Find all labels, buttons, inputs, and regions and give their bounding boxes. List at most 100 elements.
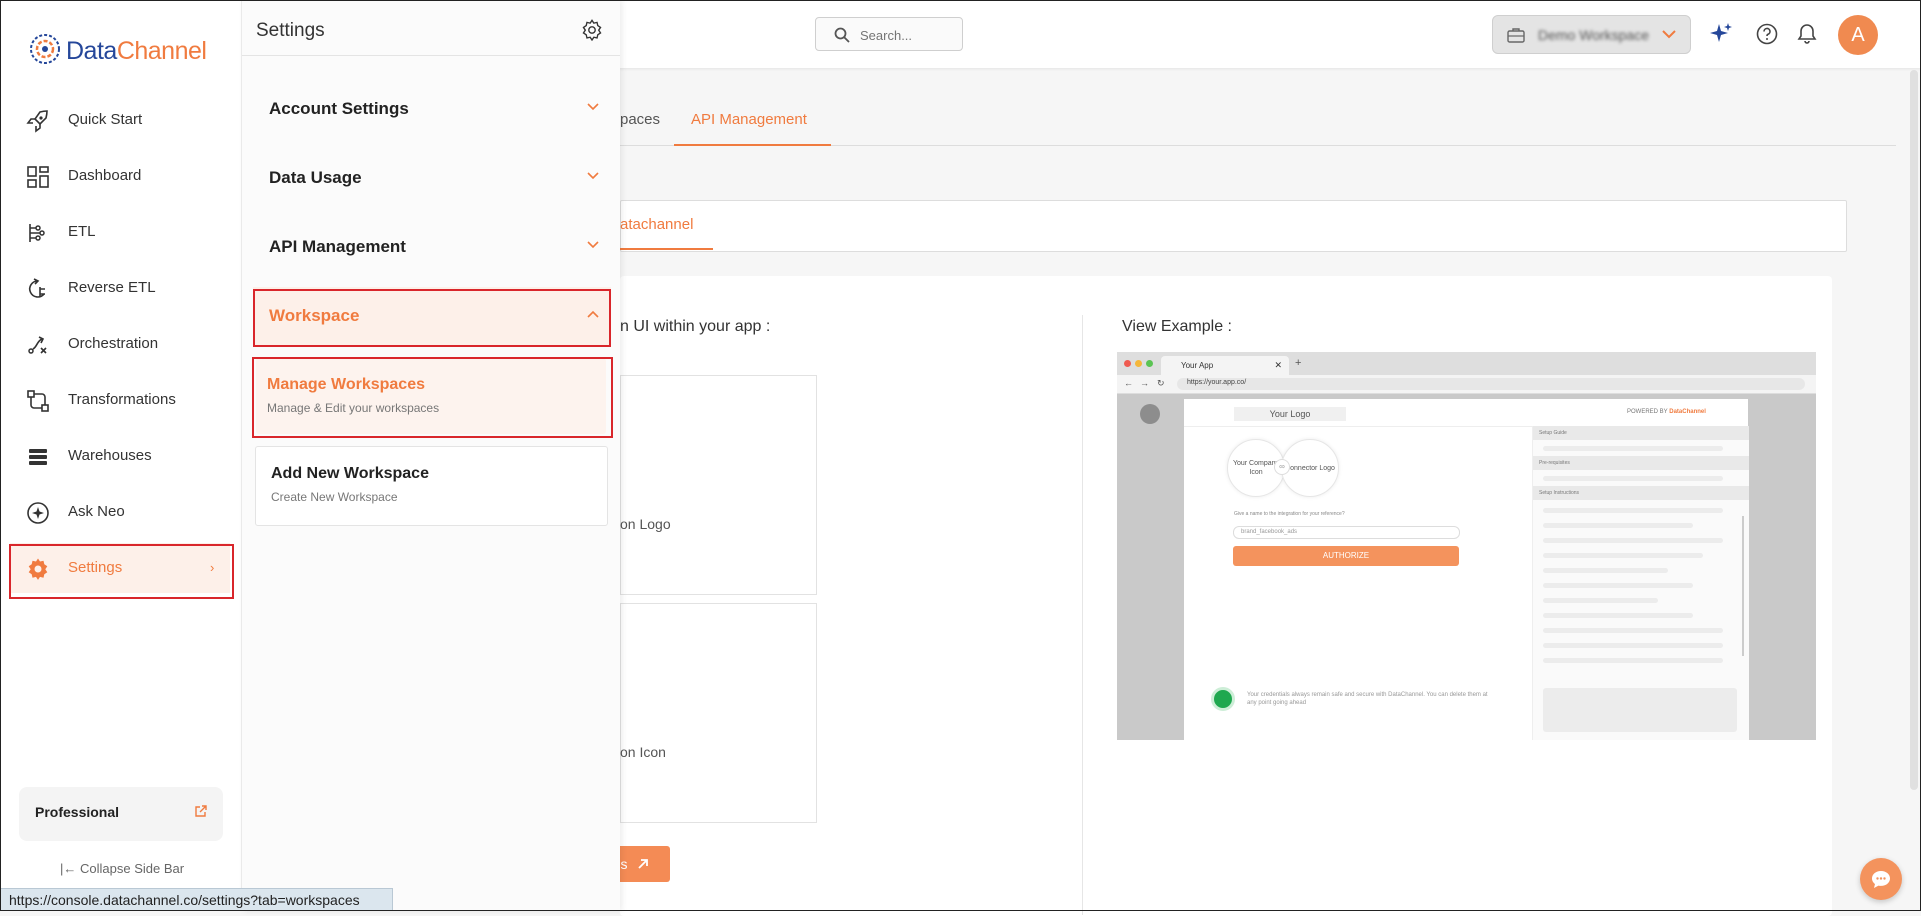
page-scrollbar[interactable] — [1910, 70, 1918, 790]
preview-powered-brand: DataChannel — [1669, 409, 1706, 415]
section-account-settings[interactable]: Account Settings — [253, 80, 611, 138]
preview-line — [1543, 476, 1723, 481]
tab-workspaces[interactable]: paces — [620, 111, 660, 128]
collapse-label: Collapse Side Bar — [80, 861, 185, 876]
preview-auth-modal: Your Logo POWERED BY DataChannel Your Co… — [1184, 399, 1749, 740]
preview-tab-title: Your App — [1181, 361, 1214, 370]
section-data-usage[interactable]: Data Usage — [253, 149, 611, 207]
external-link-icon — [637, 859, 648, 869]
preview-logo-placeholder: Your Logo — [1234, 407, 1346, 421]
logo-text: DataChannel — [66, 37, 207, 66]
card-heading: n UI within your app : — [620, 318, 771, 335]
preview-url-field: https://your.app.co/ — [1177, 378, 1805, 390]
preview-max-dot — [1146, 360, 1153, 367]
help-icon[interactable] — [1755, 22, 1779, 46]
settings-panel-title: Settings — [256, 20, 325, 41]
active-subtab-indicator — [620, 248, 713, 250]
preview-close-dot — [1124, 360, 1131, 367]
gear-icon[interactable] — [581, 19, 603, 41]
preview-line — [1543, 598, 1658, 603]
workspace-name: Demo Workspace — [1538, 27, 1650, 43]
preview-new-tab-icon: + — [1295, 357, 1302, 369]
avatar[interactable]: A — [1838, 15, 1878, 55]
chevron-down-icon — [587, 103, 599, 111]
sidebar-item-label: Reverse ETL — [68, 279, 156, 296]
section-api-management[interactable]: API Management — [253, 218, 611, 276]
collapse-sidebar-button[interactable]: |← Collapse Side Bar — [60, 861, 184, 876]
add-new-workspace-title: Add New Workspace — [271, 465, 429, 482]
preview-line — [1543, 538, 1723, 543]
preview-line — [1543, 643, 1723, 648]
preview-input-value: brand_facebook_ads — [1241, 529, 1298, 535]
manage-workspaces-item[interactable]: Manage Workspaces Manage & Edit your wor… — [256, 358, 606, 434]
sidebar-item-orchestration[interactable]: Orchestration — [10, 319, 230, 369]
preview-line — [1543, 523, 1693, 528]
briefcase-icon — [1507, 28, 1525, 43]
logo-text-channel: Channel — [116, 37, 207, 65]
chevron-down-icon — [587, 172, 599, 180]
preview-powered-by: POWERED BY DataChannel — [1627, 409, 1706, 415]
sidebar-item-quick-start[interactable]: Quick Start — [10, 95, 230, 145]
preview-reload-icon: ↻ — [1157, 378, 1165, 388]
preview-instructions-header: Setup Instructions — [1533, 486, 1749, 500]
search-input[interactable] — [858, 25, 962, 45]
collapse-icon: |← — [60, 861, 77, 876]
icon-upload-label: on Icon — [620, 744, 666, 760]
section-label: Workspace — [269, 306, 360, 325]
preview-back-icon: ← — [1124, 378, 1133, 388]
tab-api-management[interactable]: API Management — [691, 111, 807, 128]
preview-setup-sidebar: Setup Guide Pre-requisites Setup Instruc… — [1532, 426, 1749, 740]
chat-icon — [1872, 871, 1890, 888]
workspace-select[interactable]: Demo Workspace — [1492, 15, 1691, 54]
sidebar-item-label: ETL — [68, 223, 96, 240]
preview-line — [1543, 568, 1668, 573]
preview-min-dot — [1135, 360, 1142, 367]
preview-shield-icon — [1211, 687, 1235, 711]
preview-line — [1543, 658, 1723, 663]
sidebar-item-label: Transformations — [68, 391, 176, 408]
sub-tab-datachannel[interactable]: atachannel — [620, 216, 693, 233]
plan-name: Professional — [35, 804, 120, 820]
orchestration-icon — [28, 336, 47, 354]
datachannel-logo[interactable]: DataChannel — [28, 32, 208, 68]
preview-forward-icon: → — [1140, 378, 1149, 388]
chat-button[interactable] — [1860, 858, 1902, 900]
sidebar-item-ask-neo[interactable]: Ask Neo — [10, 487, 230, 537]
sub-tab-panel — [620, 200, 1847, 252]
sidebar-item-dashboard[interactable]: Dashboard — [10, 151, 230, 201]
preview-block — [1543, 688, 1737, 732]
icon-upload-box[interactable] — [620, 603, 817, 823]
sidebar-item-etl[interactable]: ETL — [10, 207, 230, 257]
preview-setup-guide-header: Setup Guide — [1533, 426, 1749, 440]
preview-prerequisites: Pre-requisites — [1539, 460, 1570, 466]
sidebar-item-settings[interactable]: Settings › — [10, 543, 230, 593]
preview-prereq-header: Pre-requisites — [1533, 456, 1749, 470]
preview-line — [1543, 553, 1703, 558]
preview-setup-guide: Setup Guide — [1539, 430, 1567, 436]
external-link-icon[interactable] — [194, 805, 207, 818]
logo-globe-icon — [30, 34, 60, 64]
section-label: Data Usage — [269, 168, 362, 187]
sidebar-item-reverse-etl[interactable]: Reverse ETL — [10, 263, 230, 313]
logo-upload-box[interactable] — [620, 375, 817, 595]
plan-card[interactable]: Professional — [19, 787, 223, 841]
add-new-workspace-subtitle: Create New Workspace — [271, 490, 398, 504]
bell-icon[interactable] — [1795, 22, 1819, 46]
etl-icon — [29, 224, 45, 242]
preview-avatar-placeholder — [1140, 404, 1160, 424]
preview-line — [1543, 446, 1723, 451]
sidebar-item-warehouses[interactable]: Warehouses — [10, 431, 230, 481]
section-workspace[interactable]: Workspace — [253, 287, 611, 345]
add-new-workspace-item[interactable]: Add New Workspace Create New Workspace — [255, 446, 608, 526]
sidebar: DataChannel Quick Start Dashboard ETL Re… — [0, 0, 242, 911]
search-box[interactable] — [815, 17, 963, 51]
sidebar-item-transformations[interactable]: Transformations — [10, 375, 230, 425]
preview-question: Give a name to the integration for your … — [1234, 511, 1345, 517]
sparkle-icon[interactable] — [1709, 22, 1733, 46]
preview-powered-label: POWERED BY — [1627, 409, 1668, 415]
preview-line — [1543, 508, 1723, 513]
view-example-label: View Example : — [1122, 318, 1232, 335]
preview-divider — [1184, 426, 1532, 427]
preview-line — [1543, 613, 1693, 618]
section-label: API Management — [269, 237, 406, 256]
